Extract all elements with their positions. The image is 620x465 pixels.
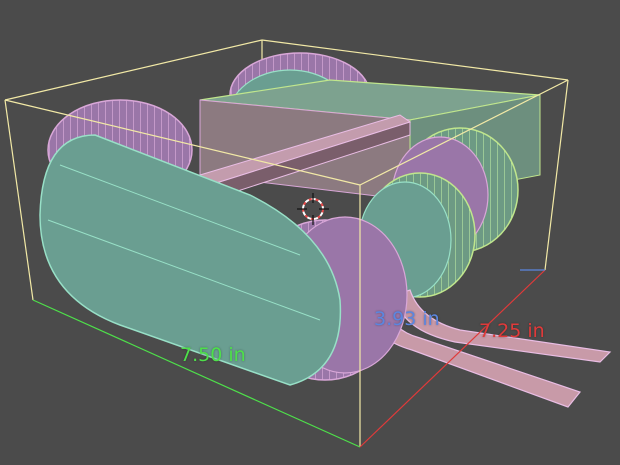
scene-canvas[interactable] (0, 0, 620, 465)
dimension-z-label: 7.25 in (479, 320, 545, 342)
3d-viewport[interactable]: 7.50 in 3.93 in 7.25 in (0, 0, 620, 465)
dimension-x-label: 7.50 in (180, 344, 246, 366)
dimension-y-label: 3.93 in (374, 308, 440, 330)
